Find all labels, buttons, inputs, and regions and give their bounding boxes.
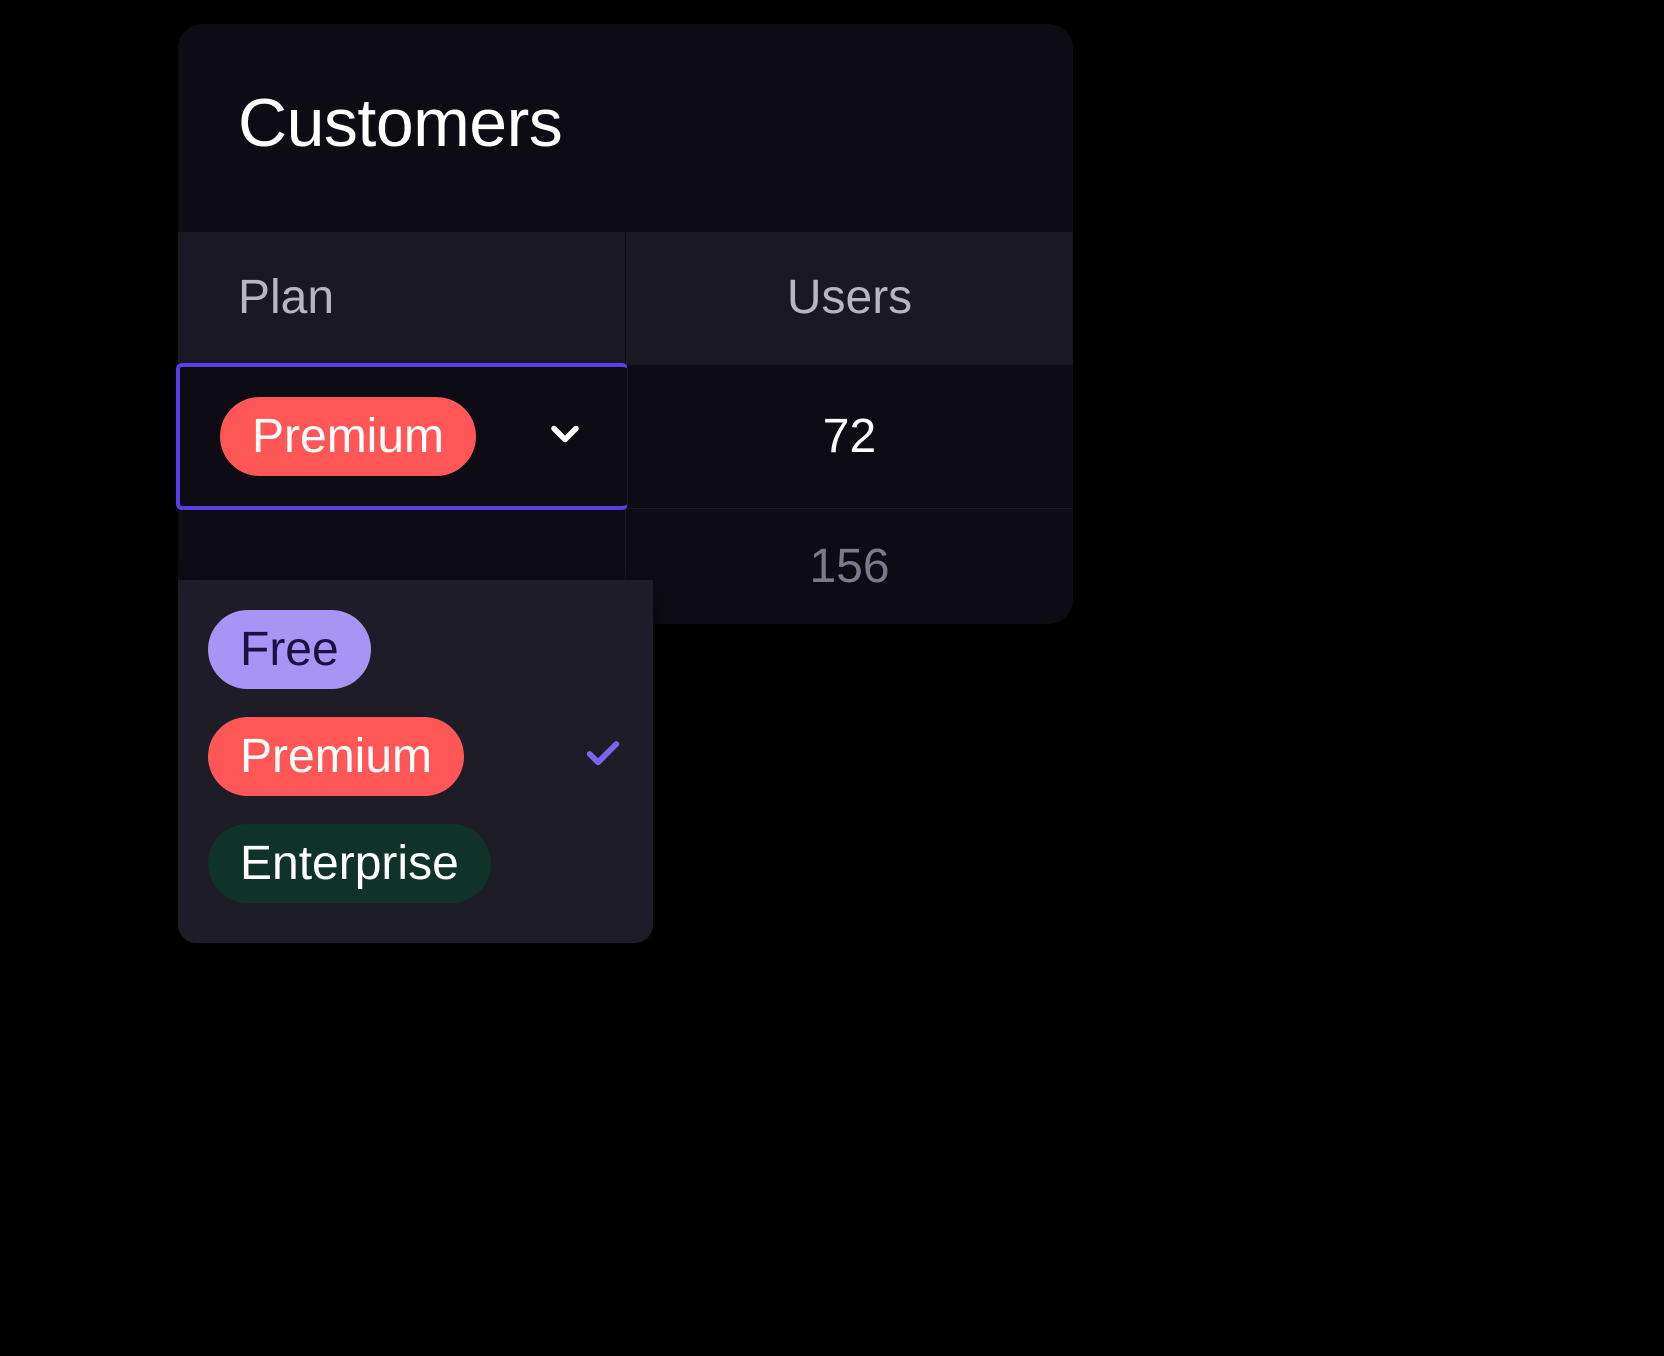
dropdown-option-enterprise[interactable]: Enterprise <box>208 824 623 903</box>
column-header-users[interactable]: Users <box>626 232 1073 363</box>
plan-pill-premium: Premium <box>208 717 464 796</box>
dropdown-option-premium[interactable]: Premium <box>208 717 623 796</box>
plan-dropdown: Free Premium Enterprise <box>178 580 653 943</box>
card-title: Customers <box>178 24 1073 232</box>
plan-pill-premium: Premium <box>220 397 476 476</box>
plan-pill-free: Free <box>208 610 371 689</box>
users-cell: 156 <box>626 509 1073 624</box>
table-row: Premium 72 <box>178 364 1073 508</box>
dropdown-option-free[interactable]: Free <box>208 610 623 689</box>
plan-pill-enterprise: Enterprise <box>208 824 491 903</box>
column-header-plan[interactable]: Plan <box>178 232 626 363</box>
table-header: Plan Users <box>178 232 1073 364</box>
chevron-down-icon <box>543 412 587 461</box>
customers-card: Customers Plan Users Premium 72 156 <box>178 24 1073 624</box>
users-cell: 72 <box>626 365 1073 508</box>
check-icon <box>583 734 623 779</box>
plan-cell-selected[interactable]: Premium <box>176 363 628 510</box>
